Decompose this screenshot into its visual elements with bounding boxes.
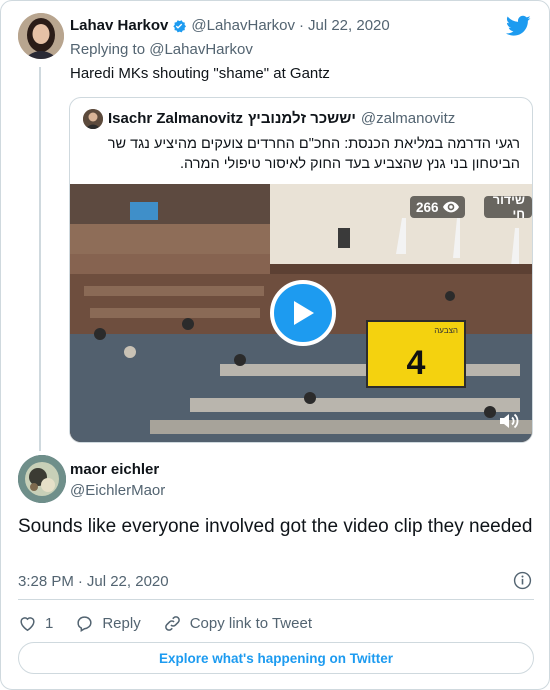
quoted-tweet-header: Isachr Zalmanovitz יששכר זלמנוביץ @zalma…: [108, 110, 455, 127]
vote-sign-label: הצבעה: [434, 326, 458, 335]
thread-connector-line: [39, 67, 41, 451]
reply-tweet-text: Sounds like everyone involved got the vi…: [18, 516, 533, 537]
replying-to-handle[interactable]: @LahavHarkov: [149, 41, 253, 58]
tweet-actions: 1 Reply Copy link to Tweet: [18, 612, 334, 634]
live-broadcast-badge: שידור חי: [484, 193, 532, 221]
reply-label: Reply: [102, 614, 141, 632]
reply-avatar[interactable]: [18, 455, 66, 503]
vote-sign-number: 4: [406, 344, 426, 382]
reply-author-name[interactable]: maor eichler: [70, 461, 159, 478]
parent-author-name[interactable]: Lahav Harkov: [70, 17, 168, 34]
quoted-author-name-hebrew: יששכר זלמנוביץ: [248, 110, 356, 127]
replying-prefix: Replying to: [70, 41, 146, 58]
play-icon: [294, 301, 314, 325]
copy-link-button[interactable]: Copy link to Tweet: [163, 614, 312, 633]
parent-tweet-date[interactable]: Jul 22, 2020: [308, 17, 390, 34]
like-button[interactable]: 1: [18, 614, 53, 633]
link-icon: [164, 615, 180, 631]
quoted-avatar: [83, 109, 103, 129]
copy-link-label: Copy link to Tweet: [189, 614, 312, 632]
actions-divider: [18, 599, 534, 600]
vote-display-sign: הצבעה 4: [366, 320, 466, 388]
quoted-author-handle: @zalmanovitz: [360, 110, 456, 127]
info-icon[interactable]: [513, 571, 532, 590]
twitter-bird-icon[interactable]: [506, 15, 531, 37]
reply-button[interactable]: Reply: [75, 614, 141, 633]
replying-to: Replying to @LahavHarkov: [70, 41, 253, 58]
eye-icon: [442, 201, 459, 213]
explore-twitter-button[interactable]: Explore what's happening on Twitter: [18, 642, 534, 674]
parent-avatar[interactable]: [18, 13, 64, 59]
parent-tweet-text: Haredi MKs shouting "shame" at Gantz: [70, 65, 330, 82]
header-separator: ·: [299, 17, 304, 34]
quoted-tweet[interactable]: Isachr Zalmanovitz יששכר זלמנוביץ @zalma…: [69, 97, 533, 443]
tweet-embed-card: Lahav Harkov @LahavHarkov · Jul 22, 2020…: [0, 0, 550, 690]
reply-author-handle[interactable]: @EichlerMaor: [70, 482, 165, 499]
view-count: 266: [416, 199, 439, 215]
video-player[interactable]: 266 שידור חי הצבעה 4: [70, 184, 532, 442]
reply-date[interactable]: Jul 22, 2020: [87, 573, 169, 590]
reply-timestamp[interactable]: 3:28 PM · Jul 22, 2020: [18, 573, 169, 590]
reply-time[interactable]: 3:28 PM: [18, 573, 74, 590]
view-count-badge: 266: [410, 196, 465, 218]
quoted-author-name: Isachr Zalmanovitz: [108, 110, 244, 127]
like-count: 1: [45, 614, 54, 632]
timestamp-separator: ·: [77, 573, 83, 590]
heart-icon: [20, 616, 35, 631]
parent-tweet-header: Lahav Harkov @LahavHarkov · Jul 22, 2020: [70, 17, 390, 34]
verified-badge-icon: [173, 19, 187, 32]
speaker-icon[interactable]: [498, 412, 520, 430]
parent-author-handle[interactable]: @LahavHarkov: [191, 17, 295, 34]
quoted-tweet-text: רגעי הדרמה במליאת הכנסת: החכ"ם החרדים צו…: [107, 136, 520, 172]
play-button[interactable]: [270, 280, 336, 346]
reply-icon: [77, 615, 92, 632]
